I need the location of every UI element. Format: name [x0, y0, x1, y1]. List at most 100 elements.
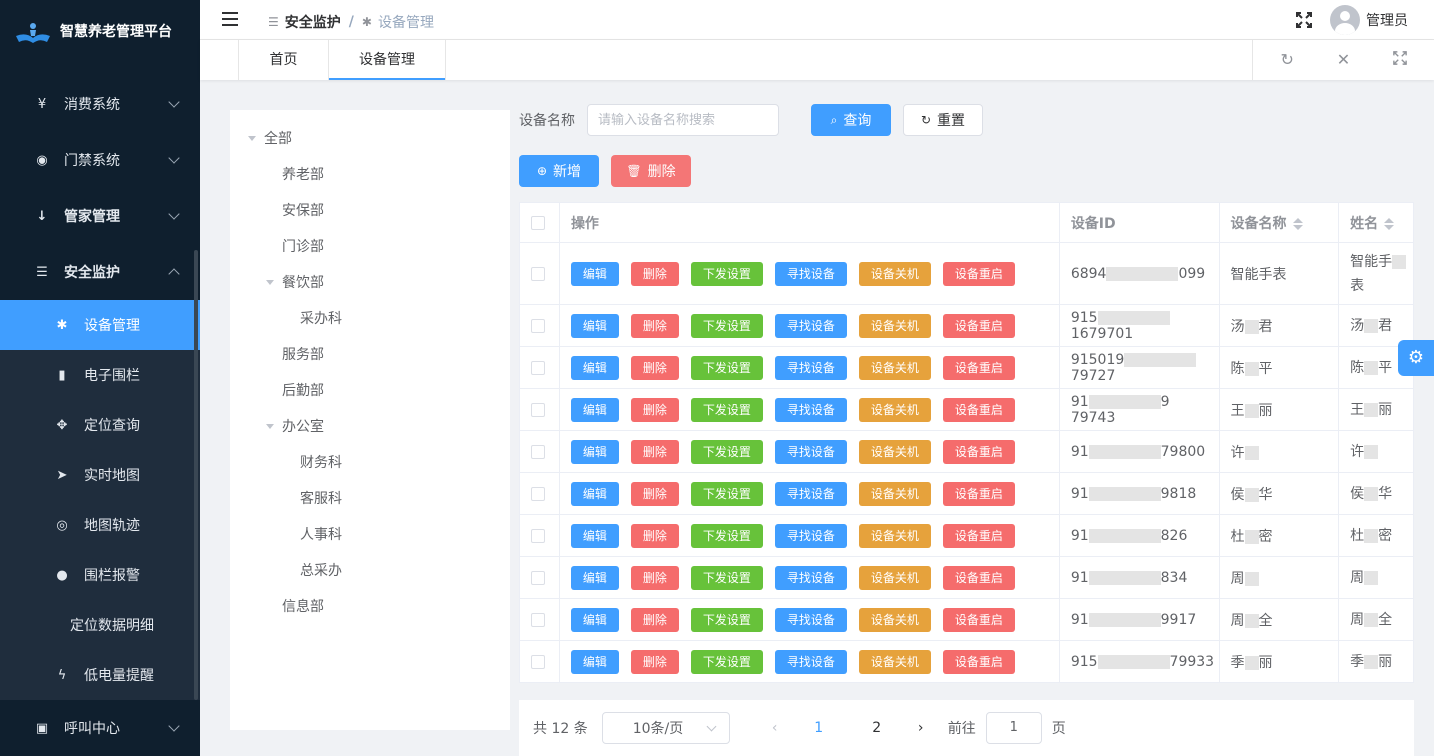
caret-down-icon[interactable]: [266, 423, 274, 429]
col-person-name[interactable]: 姓名: [1338, 202, 1414, 243]
shutdown-button[interactable]: 设备关机: [858, 649, 931, 674]
menu-security[interactable]: ☰ 安全监护: [0, 244, 200, 300]
tree-node[interactable]: 安保部: [230, 192, 510, 228]
find-device-button[interactable]: 寻找设备: [774, 355, 847, 380]
edit-button[interactable]: 编辑: [570, 355, 619, 380]
shutdown-button[interactable]: 设备关机: [858, 261, 931, 286]
delete-row-button[interactable]: 删除: [630, 607, 679, 632]
row-checkbox[interactable]: [531, 444, 545, 459]
tree-node[interactable]: 办公室: [230, 408, 510, 444]
row-checkbox[interactable]: [531, 612, 545, 627]
tree-node[interactable]: 信息部: [230, 588, 510, 624]
shutdown-button[interactable]: 设备关机: [858, 439, 931, 464]
fullscreen-icon[interactable]: [1296, 12, 1312, 28]
restart-button[interactable]: 设备重启: [942, 523, 1015, 548]
tree-node-root[interactable]: 全部: [230, 120, 510, 156]
tree-node[interactable]: 餐饮部: [230, 264, 510, 300]
tree-node[interactable]: 人事科: [230, 516, 510, 552]
shutdown-button[interactable]: 设备关机: [858, 607, 931, 632]
edit-button[interactable]: 编辑: [570, 313, 619, 338]
sidebar-item-map-track[interactable]: ◎ 地图轨迹: [0, 500, 200, 550]
sidebar-item-location-details[interactable]: 定位数据明细: [0, 600, 200, 650]
delete-row-button[interactable]: 删除: [630, 439, 679, 464]
sidebar-item-low-battery[interactable]: ϟ 低电量提醒: [0, 650, 200, 700]
delete-row-button[interactable]: 删除: [630, 261, 679, 286]
sidebar-item-geofence[interactable]: ▮ 电子围栏: [0, 350, 200, 400]
restart-button[interactable]: 设备重启: [942, 481, 1015, 506]
shutdown-button[interactable]: 设备关机: [858, 355, 931, 380]
delete-row-button[interactable]: 删除: [630, 481, 679, 506]
hamburger-icon[interactable]: [222, 12, 238, 26]
row-checkbox[interactable]: [531, 486, 545, 501]
restart-button[interactable]: 设备重启: [942, 649, 1015, 674]
shutdown-button[interactable]: 设备关机: [858, 313, 931, 338]
tree-node[interactable]: 后勤部: [230, 372, 510, 408]
edit-button[interactable]: 编辑: [570, 439, 619, 464]
reset-button[interactable]: ↻ 重置: [903, 104, 983, 136]
shutdown-button[interactable]: 设备关机: [858, 481, 931, 506]
menu-call-center[interactable]: ▣ 呼叫中心: [0, 700, 200, 756]
shutdown-button[interactable]: 设备关机: [858, 523, 931, 548]
sidebar-item-location-query[interactable]: ✥ 定位查询: [0, 400, 200, 450]
send-settings-button[interactable]: 下发设置: [690, 649, 763, 674]
send-settings-button[interactable]: 下发设置: [690, 355, 763, 380]
delete-row-button[interactable]: 删除: [630, 523, 679, 548]
delete-row-button[interactable]: 删除: [630, 355, 679, 380]
row-checkbox[interactable]: [531, 528, 545, 543]
row-checkbox[interactable]: [531, 402, 545, 417]
send-settings-button[interactable]: 下发设置: [690, 261, 763, 286]
sidebar-item-fence-alarm[interactable]: ● 围栏报警: [0, 550, 200, 600]
send-settings-button[interactable]: 下发设置: [690, 397, 763, 422]
tree-node[interactable]: 财务科: [230, 444, 510, 480]
tree-node[interactable]: 采办科: [230, 300, 510, 336]
add-button[interactable]: ⊕ 新增: [519, 155, 599, 187]
restart-button[interactable]: 设备重启: [942, 261, 1015, 286]
find-device-button[interactable]: 寻找设备: [774, 439, 847, 464]
delete-row-button[interactable]: 删除: [630, 397, 679, 422]
find-device-button[interactable]: 寻找设备: [774, 261, 847, 286]
restart-button[interactable]: 设备重启: [942, 439, 1015, 464]
shutdown-button[interactable]: 设备关机: [858, 565, 931, 590]
delete-row-button[interactable]: 删除: [630, 565, 679, 590]
query-button[interactable]: ⌕ 查询: [811, 104, 891, 136]
find-device-button[interactable]: 寻找设备: [774, 649, 847, 674]
tree-node[interactable]: 养老部: [230, 156, 510, 192]
caret-down-icon[interactable]: [248, 135, 256, 141]
row-checkbox[interactable]: [531, 360, 545, 375]
delete-row-button[interactable]: 删除: [630, 649, 679, 674]
sidebar-item-device-management[interactable]: ✱ 设备管理: [0, 300, 200, 350]
caret-down-icon[interactable]: [266, 279, 274, 285]
find-device-button[interactable]: 寻找设备: [774, 397, 847, 422]
shutdown-button[interactable]: 设备关机: [858, 397, 931, 422]
col-device-name[interactable]: 设备名称: [1219, 202, 1340, 243]
breadcrumb-item-security[interactable]: 安全监护: [285, 12, 341, 32]
row-checkbox[interactable]: [531, 654, 545, 669]
row-checkbox[interactable]: [531, 318, 545, 333]
send-settings-button[interactable]: 下发设置: [690, 607, 763, 632]
refresh-icon[interactable]: ↻: [1277, 50, 1297, 70]
next-page-icon[interactable]: ›: [906, 720, 936, 736]
edit-button[interactable]: 编辑: [570, 607, 619, 632]
edit-button[interactable]: 编辑: [570, 397, 619, 422]
edit-button[interactable]: 编辑: [570, 523, 619, 548]
find-device-button[interactable]: 寻找设备: [774, 313, 847, 338]
sort-icon[interactable]: [1292, 217, 1303, 231]
menu-access-control[interactable]: ◉ 门禁系统: [0, 132, 200, 188]
find-device-button[interactable]: 寻找设备: [774, 607, 847, 632]
send-settings-button[interactable]: 下发设置: [690, 523, 763, 548]
sidebar-item-realtime-map[interactable]: ➤ 实时地图: [0, 450, 200, 500]
close-icon[interactable]: ✕: [1333, 50, 1353, 70]
expand-icon[interactable]: [1390, 50, 1410, 70]
settings-gear-icon[interactable]: ⚙: [1398, 340, 1434, 376]
edit-button[interactable]: 编辑: [570, 481, 619, 506]
sort-icon[interactable]: [1384, 217, 1395, 231]
prev-page-icon[interactable]: ‹: [760, 720, 790, 736]
tree-node[interactable]: 客服科: [230, 480, 510, 516]
send-settings-button[interactable]: 下发设置: [690, 481, 763, 506]
sidebar-scrollbar[interactable]: [194, 250, 198, 700]
tree-node[interactable]: 总采办: [230, 552, 510, 588]
delete-row-button[interactable]: 删除: [630, 313, 679, 338]
restart-button[interactable]: 设备重启: [942, 355, 1015, 380]
menu-butler[interactable]: ↓ 管家管理: [0, 188, 200, 244]
send-settings-button[interactable]: 下发设置: [690, 439, 763, 464]
